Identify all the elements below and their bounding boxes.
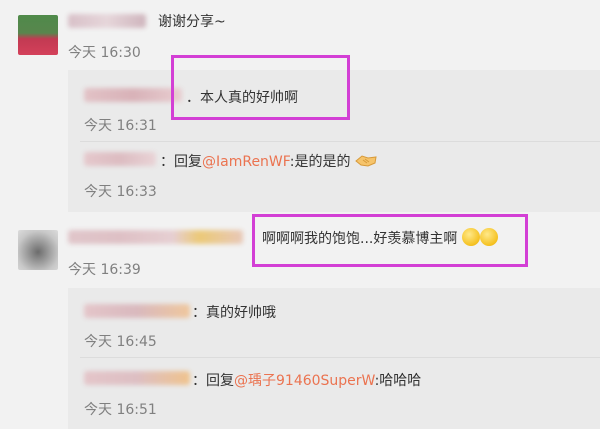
reply-time: 今天 16:31 xyxy=(84,118,157,134)
reply-time: 今天 16:51 xyxy=(84,402,157,418)
reply-username-blurred[interactable] xyxy=(84,304,190,318)
username-blurred[interactable] xyxy=(68,14,146,28)
reply-text: ：真的好帅哦 xyxy=(192,305,276,321)
avatar[interactable] xyxy=(18,230,58,270)
reply-time: 今天 16:45 xyxy=(84,334,157,350)
reply-username-blurred[interactable] xyxy=(84,371,190,385)
reply-divider xyxy=(80,357,600,358)
highlight-box xyxy=(171,55,350,120)
reply-divider xyxy=(80,141,600,142)
comment-time: 今天 16:30 xyxy=(68,45,141,61)
username-blurred[interactable] xyxy=(68,230,243,244)
reply-username-blurred[interactable] xyxy=(84,152,156,166)
comment-text: 谢谢分享~ xyxy=(158,14,226,30)
handshake-icon xyxy=(355,155,377,167)
reply-text: ：回复@IamRenWF:是的是的 xyxy=(160,151,377,171)
reply-text: ：回复@瑀子91460SuperW:哈哈哈 xyxy=(192,373,422,389)
mention-link[interactable]: @瑀子91460SuperW xyxy=(234,373,375,389)
comment-time: 今天 16:39 xyxy=(68,262,141,278)
mention-link[interactable]: @IamRenWF xyxy=(202,154,290,170)
highlight-box xyxy=(252,214,528,267)
reply-time: 今天 16:33 xyxy=(84,184,157,200)
reply-username-blurred[interactable] xyxy=(84,88,182,102)
avatar[interactable] xyxy=(18,15,58,55)
